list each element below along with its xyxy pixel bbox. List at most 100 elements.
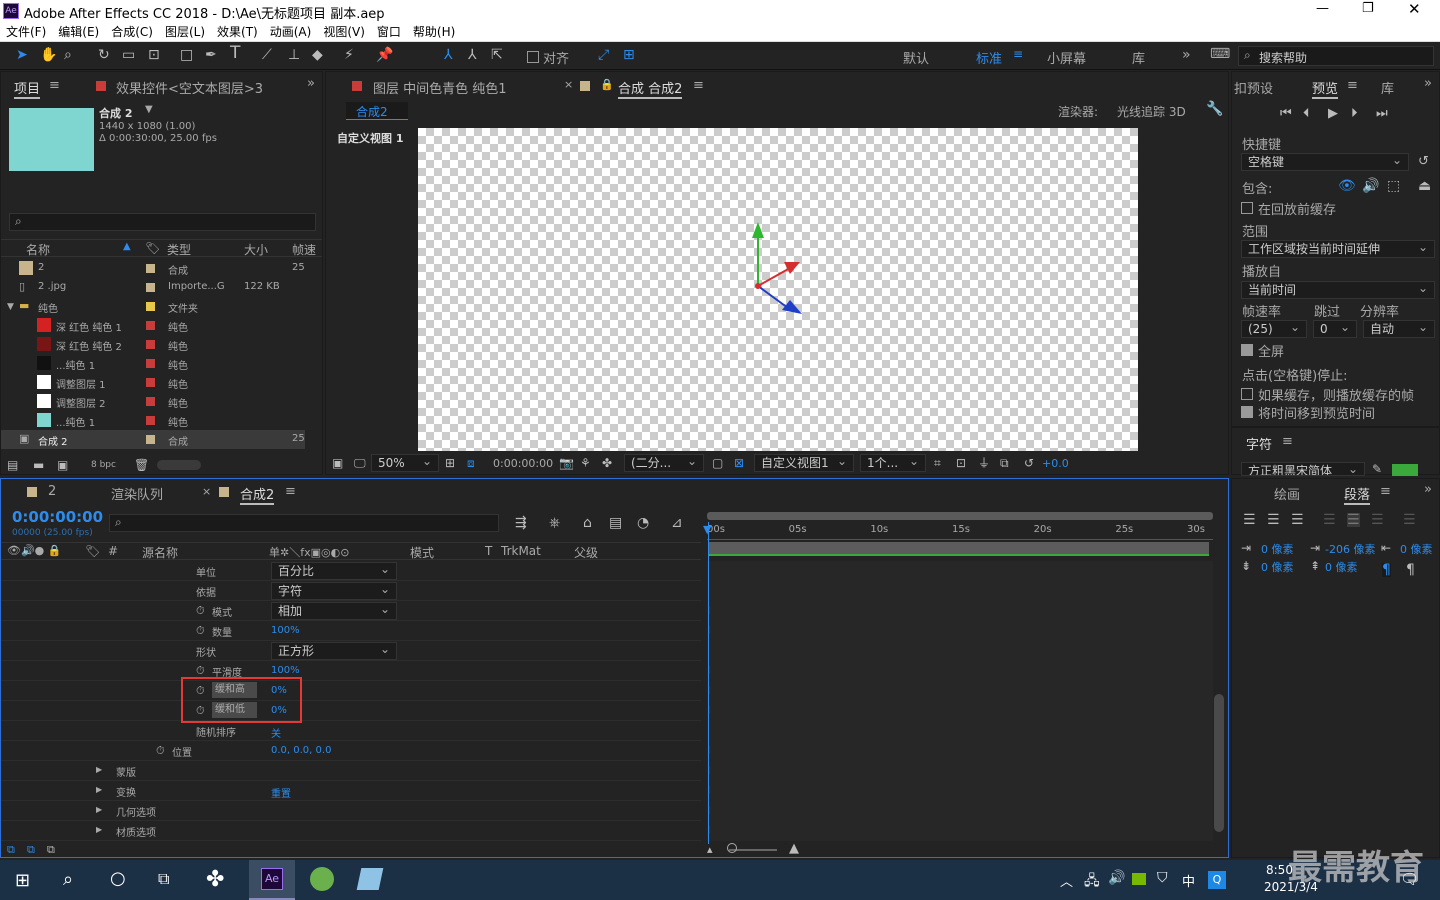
timeline-menu-icon[interactable]: ≡ [285,484,296,499]
panel-overflow-icon[interactable]: » [307,76,315,91]
timeline-scrollbar[interactable] [1214,694,1224,832]
volume-icon[interactable]: 🔊 [1108,870,1125,886]
property-row[interactable]: ⏱ 位置 0.0, 0.0, 0.0 [1,741,701,761]
expand-arrow-icon[interactable]: ▶ [96,785,102,794]
property-value[interactable]: 0.0, 0.0, 0.0 [271,745,331,756]
property-row[interactable]: ⏱ 缓和低 0% [1,701,701,721]
work-area-bar[interactable] [707,512,1213,520]
property-row[interactable]: 形状 正方形 [1,641,701,661]
project-item[interactable]: 调整图层 1 纯色 [1,373,305,392]
help-search-box[interactable]: ⌕ 搜索帮助 [1238,46,1434,66]
workspace-menu-icon[interactable]: ≡ [1013,47,1023,61]
view-select[interactable]: 自定义视图1 [754,453,854,472]
tab-paint[interactable]: 绘画 [1274,484,1300,503]
project-item[interactable]: 调整图层 2 纯色 [1,392,305,411]
prev-frame-icon[interactable]: ⏴ [1303,107,1310,121]
paragraph-menu-icon[interactable]: ≡ [1380,484,1391,499]
col-mode[interactable]: 模式 [410,544,434,561]
label-color-swatch[interactable] [146,302,155,311]
last-frame-icon[interactable]: ⏭ [1376,107,1388,121]
comp-dropdown-icon[interactable]: ▼ [145,104,153,115]
project-item[interactable]: 深 红色 纯色 2 纯色 [1,335,305,354]
project-item[interactable]: ...纯色 1 纯色 [1,411,305,430]
fill-color-swatch[interactable] [1392,464,1418,476]
skip-select[interactable]: 0 [1313,319,1357,338]
workspace-small-screen[interactable]: 小屏幕 [1047,48,1086,67]
property-row[interactable]: ⏱ 缓和高 0% [1,681,701,701]
thumbnail-slider[interactable] [157,460,201,470]
tab-effect-controls[interactable]: 效果控件<空文本图层>3 [116,78,263,97]
tab-project[interactable]: 项目 [14,78,41,99]
expand-arrow-icon[interactable]: ▶ [96,805,102,814]
playhead-handle-icon[interactable]: ▼ [703,523,711,536]
safe-margins-icon[interactable]: ⊞ [445,456,455,470]
ime-indicator[interactable]: 中 [1182,871,1195,890]
close-tab-icon[interactable]: × [564,78,573,91]
security-icon[interactable]: ⛉ [1157,870,1168,886]
property-row[interactable]: ▶ 材质选项 [1,821,701,841]
windows-start-icon[interactable]: ⊞ [15,870,30,891]
include-overlay-icon[interactable]: ⬚ [1387,179,1400,193]
property-value[interactable]: 重置 [271,785,291,800]
expand-arrow-icon[interactable]: ▶ [96,825,102,834]
eraser-tool-icon[interactable]: ◆ [312,48,323,62]
renderer-settings-icon[interactable]: 🔧 [1206,101,1223,117]
text-tool-icon[interactable]: T [230,45,240,62]
taskbar-ae-app[interactable]: Ae [249,860,295,900]
expand-arrow-icon[interactable]: ▶ [96,765,102,774]
stopwatch-icon[interactable]: ⏱ [196,664,205,678]
align-right-icon[interactable]: ☰ [1291,513,1304,527]
next-frame-icon[interactable]: ⏵ [1351,107,1358,121]
col-source-name[interactable]: 源名称 [142,544,178,561]
view-axis-icon[interactable]: ⇱ [491,48,503,62]
selection-tool-icon[interactable]: ➤ [16,48,28,62]
toggle-pixel-icon[interactable]: ⌗ [934,456,941,470]
workspace-standard[interactable]: 标准 [976,48,1002,67]
pan-behind-tool-icon[interactable]: ⊡ [148,48,160,62]
folder-expand-icon[interactable]: ▼ [7,302,14,312]
fan-app-icon[interactable]: ✤ [206,867,224,892]
stopwatch-icon[interactable]: ⏱ [156,744,165,758]
keyframe-navigator-icon[interactable]: I [707,624,710,637]
label-color-swatch[interactable] [146,321,155,330]
include-video-icon[interactable]: 👁 [1338,179,1356,193]
panel-overflow-icon[interactable]: » [1424,482,1432,497]
indent-left-value[interactable]: 0 像素 [1261,541,1294,557]
label-color-swatch[interactable] [146,340,155,349]
reset-exposure-icon[interactable]: ↺ [1024,456,1034,470]
export-icon[interactable]: ⏏ [1418,179,1431,193]
expand-layer-switches-icon[interactable]: ⧉ [7,843,15,857]
col-parent[interactable]: 父级 [574,544,598,561]
layer-duration-bar[interactable] [709,542,1209,556]
new-comp-icon[interactable]: ▣ [57,458,68,472]
play-icon[interactable]: ▶ [1328,107,1338,121]
property-value[interactable]: 关 [271,725,281,740]
minimize-icon[interactable]: — [1316,1,1329,16]
col-size[interactable]: 大小 [244,241,268,258]
tab-character[interactable]: 字符 [1246,434,1272,453]
notepad-app-icon[interactable] [356,868,384,890]
property-dropdown[interactable]: 正方形 [271,641,397,660]
expand-stretch-icon[interactable]: ⧉ [47,843,55,857]
project-item[interactable]: ▯ 2 .jpg Importe...G 122 KB [1,278,305,297]
indent-first-value[interactable]: -206 像素 [1325,541,1375,557]
comp-mini-flowchart-icon[interactable]: ⇶ [515,516,527,530]
zoom-in-icon[interactable]: ▲ [789,842,799,856]
keyframe-navigator-icon[interactable]: I [707,704,710,717]
property-value[interactable]: 100% [271,625,300,636]
keyframe-navigator-icon[interactable]: I [707,744,710,757]
character-menu-icon[interactable]: ≡ [1282,434,1293,449]
property-row[interactable]: ⏱ 数量 100% [1,621,701,641]
snap-grid-icon[interactable]: ⊞ [623,48,635,62]
property-row[interactable]: 单位 百分比 [1,561,701,581]
resolution-preview-select[interactable]: 自动 [1363,319,1435,338]
menu-effect[interactable]: 效果(T) [211,23,264,40]
eyedropper-icon[interactable]: ✎ [1372,462,1382,476]
property-dropdown[interactable]: 相加 [271,601,397,620]
monitor-icon[interactable]: 🖵 [354,456,366,470]
comp-flowchart-icon[interactable]: ⏚ [978,456,990,470]
property-row[interactable]: ⏱ 平滑度 100% [1,661,701,681]
play-from-select[interactable]: 当前时间 [1241,280,1435,299]
menu-animation[interactable]: 动画(A) [264,23,318,40]
tab-preview[interactable]: 预览 [1312,78,1339,99]
